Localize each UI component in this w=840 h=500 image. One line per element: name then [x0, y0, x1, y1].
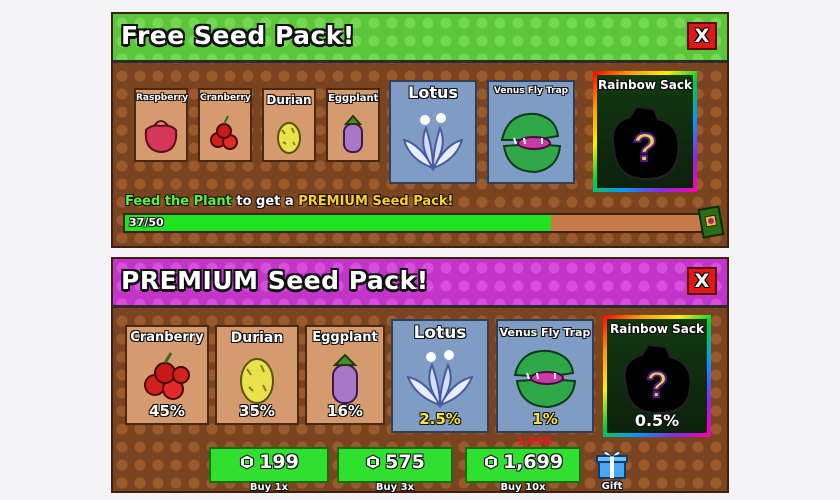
drop-chance: 45%: [149, 402, 185, 420]
price-label: 1,699: [467, 451, 579, 473]
free-seed-card-raspberry: Raspberry: [134, 88, 188, 162]
feed-connector-text: to get a: [231, 194, 299, 209]
feed-progress-bar: 37/50: [123, 213, 703, 233]
seed-name: Durian: [230, 330, 284, 346]
premium-seed-card-venus-fly-trap: Venus Fly Trap 1%: [496, 319, 594, 433]
seed-pack-icon: [697, 205, 725, 239]
premium-seed-card-rainbow-sack: Rainbow Sack ? 0.5%: [603, 315, 711, 437]
premium-seed-card-durian: Durian 35%: [215, 325, 299, 425]
price-label: 199: [211, 451, 327, 473]
seed-name: Lotus: [413, 323, 467, 343]
buy-3x-button[interactable]: 575 Buy 3x: [337, 447, 453, 493]
lotus-icon: [406, 350, 474, 409]
seed-name: Cranberry: [200, 93, 251, 103]
buy-quantity-label: Buy 1x: [249, 482, 289, 493]
premium-seed-card-eggplant: Eggplant 16%: [305, 325, 385, 425]
buy-quantity-label: Buy 10x: [500, 482, 546, 493]
eggplant-icon: [332, 353, 358, 404]
robux-icon: [483, 454, 499, 470]
feed-plant-text: Feed the Plant: [125, 194, 232, 209]
drop-chance: 35%: [239, 402, 275, 420]
gift-icon: [596, 450, 628, 479]
raspberry-icon: [144, 120, 178, 154]
free-seed-card-rainbow-sack: Rainbow Sack ?: [593, 71, 697, 192]
premium-seed-pack-panel: PREMIUM Seed Pack! X Cranberry 45% Duria…: [111, 257, 729, 493]
durian-icon: [277, 122, 301, 154]
seed-name: Lotus: [408, 83, 458, 102]
robux-icon: [366, 454, 381, 470]
free-pack-close-button[interactable]: X: [687, 22, 717, 50]
seed-name: Venus Fly Trap: [493, 86, 569, 96]
buy-quantity-label: Buy 3x: [375, 482, 415, 493]
seed-name: Rainbow Sack: [598, 78, 692, 92]
cranberry-icon: [144, 352, 190, 400]
seed-name: Rainbow Sack: [610, 322, 704, 336]
price-value: 199: [259, 451, 299, 473]
seed-name: Eggplant: [328, 93, 379, 104]
mystery-sack-icon: ?: [611, 105, 680, 181]
gift-label: Gift: [601, 481, 623, 492]
drop-chance: 16%: [327, 402, 363, 420]
free-seed-card-durian: Durian: [262, 88, 316, 162]
seed-name: Eggplant: [312, 330, 378, 345]
premium-seed-card-cranberry: Cranberry 45%: [125, 325, 209, 425]
svg-text:?: ?: [646, 364, 668, 405]
seed-name: Raspberry: [136, 93, 189, 103]
progress-label: 37/50: [129, 216, 164, 229]
progress-fill: [125, 215, 552, 231]
lotus-icon: [402, 113, 464, 172]
premium-pack-title: PREMIUM Seed Pack!: [121, 266, 429, 295]
free-seed-pack-panel: Free Seed Pack! X Raspberry Cranberry Du…: [111, 12, 729, 248]
free-pack-title: Free Seed Pack!: [121, 21, 355, 50]
venus-fly-trap-icon: [513, 349, 577, 409]
free-seed-card-cranberry: Cranberry: [198, 88, 252, 162]
feed-plant-prompt: Feed the Plant to get a PREMIUM Seed Pac…: [125, 194, 454, 209]
seed-name: Durian: [266, 93, 312, 107]
free-seed-card-venus-fly-trap: Venus Fly Trap: [487, 80, 575, 184]
feed-reward-text: PREMIUM Seed Pack!: [298, 194, 454, 209]
price-value: 575: [385, 451, 425, 473]
premium-pack-header: PREMIUM Seed Pack! X: [113, 259, 727, 308]
durian-icon: [240, 358, 274, 404]
svg-text:?: ?: [633, 126, 657, 170]
buy-10x-button[interactable]: 1,699 Buy 10x: [465, 447, 581, 493]
free-seed-card-lotus: Lotus: [389, 80, 477, 184]
free-seed-card-eggplant: Eggplant: [326, 88, 380, 162]
free-pack-header: Free Seed Pack! X: [113, 14, 727, 63]
price-label: 575: [339, 451, 451, 473]
drop-chance: 1%: [532, 410, 558, 428]
venus-fly-trap-icon: [500, 112, 562, 174]
drop-chance: 0.5%: [634, 411, 680, 430]
robux-icon: [240, 454, 255, 470]
buy-1x-button[interactable]: 199 Buy 1x: [209, 447, 329, 493]
gift-button[interactable]: Gift: [596, 448, 628, 492]
drop-chance: 2.5%: [419, 410, 461, 428]
premium-pack-close-button[interactable]: X: [687, 267, 717, 295]
price-value: 1,699: [502, 451, 564, 473]
eggplant-icon: [343, 114, 363, 153]
premium-seed-card-lotus: Lotus 2.5%: [391, 319, 489, 433]
cranberry-icon: [210, 115, 238, 150]
mystery-sack-icon: ?: [623, 343, 692, 415]
seed-name: Cranberry: [130, 330, 204, 345]
seed-name: Venus Fly Trap: [499, 326, 591, 339]
